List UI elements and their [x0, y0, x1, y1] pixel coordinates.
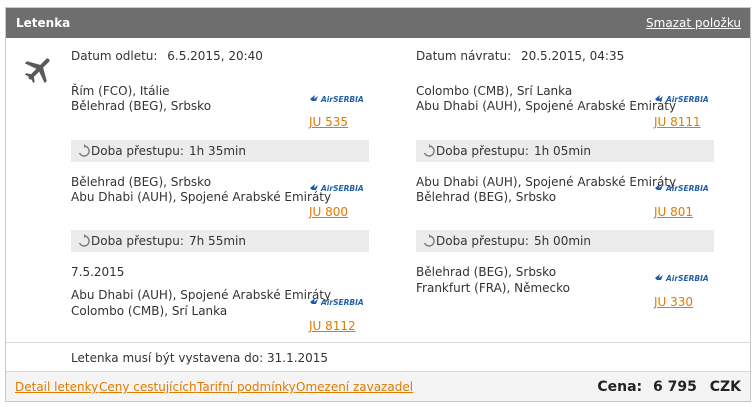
out-date-2: 7.5.2015	[71, 265, 125, 279]
out-seg2-from: Bělehrad (BEG), Srbsko	[71, 175, 212, 189]
flight-link-ju801[interactable]: JU 801	[654, 205, 693, 219]
divider	[6, 371, 750, 372]
transfer-value: 5h 00min	[534, 234, 591, 248]
transfer-value: 1h 05min	[534, 144, 591, 158]
return-date-row: Datum návratu: 20.5.2015, 04:35	[416, 49, 624, 63]
out-seg2-to: Abu Dhabi (AUH), Spojené Arabské Emiráty	[71, 190, 332, 204]
airline-logo: AirSERBIA	[309, 295, 371, 309]
flight-link-ju800[interactable]: JU 800	[309, 205, 348, 219]
ret-transfer-1: Doba přestupu: 1h 05min	[416, 140, 714, 162]
out-seg3-to: Colombo (CMB), Srí Lanka	[71, 304, 228, 318]
transfer-icon	[77, 144, 91, 158]
airline-logo: AirSERBIA	[654, 92, 716, 106]
transfer-icon	[422, 234, 436, 248]
divider	[6, 342, 750, 343]
airline-logo: AirSERBIA	[309, 181, 371, 195]
transfer-icon	[77, 234, 91, 248]
ret-seg1-to: Abu Dhabi (AUH), Spojené Arabské Emiráty	[416, 99, 677, 113]
flight-link-ju8112[interactable]: JU 8112	[309, 319, 356, 333]
detail-link[interactable]: Detail letenky	[15, 380, 98, 394]
out-transfer-2: Doba přestupu: 7h 55min	[71, 230, 369, 252]
airline-logo-text: AirSERBIA	[665, 184, 709, 193]
price-currency: CZK	[709, 379, 741, 395]
departure-date-value: 6.5.2015, 20:40	[167, 49, 263, 63]
airplane-icon	[22, 52, 56, 86]
transfer-label: Doba přestupu:	[436, 144, 529, 158]
airline-logo-text: AirSERBIA	[320, 298, 364, 307]
departure-date-row: Datum odletu: 6.5.2015, 20:40	[71, 49, 263, 63]
remove-item-link[interactable]: Smazat položku	[646, 16, 741, 30]
return-date-value: 20.5.2015, 04:35	[520, 49, 625, 63]
ret-seg3-to: Frankfurt (FRA), Německo	[416, 281, 571, 295]
airline-logo-text: AirSERBIA	[665, 274, 709, 283]
airline-logo: AirSERBIA	[654, 271, 716, 285]
ticket-card: Letenka Smazat položku Datum odletu: 6.5…	[5, 7, 751, 402]
ret-seg2-to: Bělehrad (BEG), Srbsko	[416, 190, 557, 204]
flight-link-ju330[interactable]: JU 330	[654, 295, 693, 309]
price-row: Cena: 6 795 CZK	[597, 379, 741, 395]
flight-link-ju8111[interactable]: JU 8111	[654, 115, 701, 129]
airline-logo: AirSERBIA	[309, 92, 371, 106]
flight-link-ju535[interactable]: JU 535	[309, 115, 348, 129]
passenger-prices-link[interactable]: Ceny cestujících	[99, 380, 197, 394]
card-title: Letenka	[16, 16, 71, 30]
price-value: 6 795	[653, 379, 697, 395]
transfer-label: Doba přestupu:	[91, 234, 184, 248]
baggage-restrictions-link[interactable]: Omezení zavazadel	[296, 380, 413, 394]
transfer-value: 1h 35min	[189, 144, 246, 158]
airline-logo: AirSERBIA	[654, 181, 716, 195]
out-seg1-to: Bělehrad (BEG), Srbsko	[71, 99, 212, 113]
out-transfer-1: Doba přestupu: 1h 35min	[71, 140, 369, 162]
ret-seg2-from: Abu Dhabi (AUH), Spojené Arabské Emiráty	[416, 175, 677, 189]
card-header: Letenka Smazat položku	[6, 8, 750, 38]
airline-logo-text: AirSERBIA	[320, 95, 364, 104]
out-seg3-from: Abu Dhabi (AUH), Spojené Arabské Emiráty	[71, 288, 332, 302]
return-date-label: Datum návratu:	[416, 49, 512, 63]
fare-rules-link[interactable]: Tarifní podmínky	[197, 380, 296, 394]
transfer-icon	[422, 144, 436, 158]
transfer-label: Doba přestupu:	[91, 144, 184, 158]
airline-logo-text: AirSERBIA	[320, 184, 364, 193]
ticket-deadline-note: Letenka musí být vystavena do: 31.1.2015	[71, 351, 329, 365]
ret-transfer-2: Doba přestupu: 5h 00min	[416, 230, 714, 252]
out-seg1-from: Řím (FCO), Itálie	[71, 84, 170, 98]
ret-seg3-from: Bělehrad (BEG), Srbsko	[416, 265, 557, 279]
transfer-label: Doba přestupu:	[436, 234, 529, 248]
price-label: Cena:	[597, 379, 643, 395]
ret-seg1-from: Colombo (CMB), Srí Lanka	[416, 84, 573, 98]
departure-date-label: Datum odletu:	[71, 49, 158, 63]
airline-logo-text: AirSERBIA	[665, 95, 709, 104]
transfer-value: 7h 55min	[189, 234, 246, 248]
